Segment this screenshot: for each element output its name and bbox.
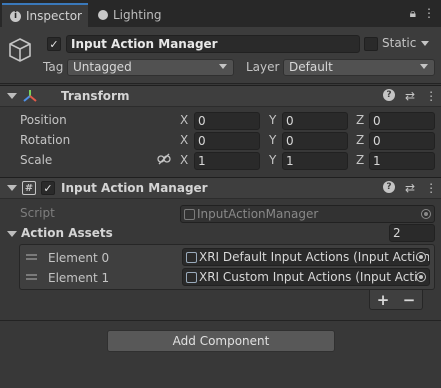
- script-label: Script: [20, 206, 55, 220]
- position-x-label[interactable]: X: [180, 113, 188, 127]
- kebab-menu-icon[interactable]: ⋮: [425, 89, 437, 103]
- element-0-value: XRI Default Input Actions (Input Action: [199, 250, 430, 264]
- scale-y-label[interactable]: Y: [269, 153, 276, 167]
- gameobject-cube-icon: [9, 38, 31, 62]
- rotation-z-label[interactable]: Z: [356, 133, 364, 147]
- lighting-icon: [98, 10, 108, 20]
- element-1-field[interactable]: XRI Custom Input Actions (Input Actio: [182, 268, 430, 286]
- drag-handle-icon[interactable]: [26, 254, 37, 260]
- presets-icon[interactable]: ⇄: [405, 181, 415, 195]
- divider: [0, 320, 441, 321]
- element-1-label: Element 1: [48, 271, 110, 285]
- position-y-label[interactable]: Y: [269, 113, 276, 127]
- position-x-field[interactable]: 0: [194, 112, 260, 130]
- position-z-label[interactable]: Z: [356, 113, 364, 127]
- layer-label: Layer: [246, 60, 280, 74]
- rotation-y-label[interactable]: Y: [269, 133, 276, 147]
- component-enabled-checkbox[interactable]: ✓: [41, 181, 55, 195]
- tab-bar-actions: 🔒︎ ⋮: [410, 6, 435, 21]
- info-icon: i: [10, 10, 21, 22]
- position-label: Position: [20, 113, 67, 127]
- component-header-actions: ? ⇄ ⋮: [383, 181, 437, 195]
- rotation-x-label[interactable]: X: [180, 133, 188, 147]
- component-foldout-icon[interactable]: [7, 185, 17, 191]
- action-assets-foldout-icon[interactable]: [7, 231, 17, 237]
- chevron-down-icon: [420, 64, 428, 69]
- tab-lighting-label: Lighting: [113, 8, 162, 22]
- lock-icon[interactable]: 🔒︎: [410, 6, 416, 21]
- add-component-button[interactable]: Add Component: [107, 330, 335, 352]
- tag-value: Untagged: [73, 60, 132, 74]
- object-picker-icon: [421, 209, 431, 219]
- scale-z-label[interactable]: Z: [356, 153, 364, 167]
- rotation-x-field[interactable]: 0: [194, 132, 260, 150]
- help-icon[interactable]: ?: [383, 181, 395, 193]
- rotation-z-field[interactable]: 0: [369, 132, 435, 150]
- element-0-field[interactable]: XRI Default Input Actions (Input Action: [182, 248, 430, 266]
- element-0-label: Element 0: [48, 251, 110, 265]
- tag-label: Tag: [43, 60, 64, 74]
- script-file-icon: [184, 209, 195, 220]
- scale-x-label[interactable]: X: [180, 153, 188, 167]
- script-icon: #: [22, 181, 36, 195]
- element-1-value: XRI Custom Input Actions (Input Actio: [199, 270, 425, 284]
- tab-lighting[interactable]: Lighting: [90, 3, 170, 27]
- position-y-field[interactable]: 0: [282, 112, 348, 130]
- layer-dropdown[interactable]: Default: [283, 59, 435, 76]
- kebab-menu-icon[interactable]: ⋮: [423, 6, 435, 21]
- transform-foldout-icon[interactable]: [7, 93, 17, 99]
- action-assets-label[interactable]: Action Assets: [21, 226, 113, 240]
- add-element-button[interactable]: +: [377, 291, 390, 309]
- remove-element-button[interactable]: −: [403, 291, 416, 309]
- transform-title: Transform: [61, 89, 130, 103]
- static-checkbox[interactable]: [364, 37, 378, 51]
- object-picker-icon[interactable]: [416, 252, 426, 262]
- transform-icon: [23, 90, 37, 102]
- tag-dropdown[interactable]: Untagged: [67, 59, 234, 76]
- scale-label: Scale: [20, 153, 53, 167]
- constrain-proportions-icon[interactable]: [157, 153, 171, 165]
- help-icon[interactable]: ?: [383, 89, 395, 101]
- layer-value: Default: [289, 60, 333, 74]
- position-z-field[interactable]: 0: [369, 112, 435, 130]
- scale-z-field[interactable]: 1: [369, 152, 435, 170]
- script-field: InputActionManager: [180, 205, 435, 223]
- static-label: Static: [382, 36, 417, 50]
- script-value: InputActionManager: [197, 207, 319, 221]
- rotation-y-field[interactable]: 0: [282, 132, 348, 150]
- tab-inspector[interactable]: i Inspector: [2, 3, 88, 27]
- object-picker-icon[interactable]: [416, 272, 426, 282]
- input-action-asset-icon: [186, 272, 197, 283]
- list-add-remove: + −: [369, 290, 423, 310]
- active-checkbox[interactable]: ✓: [47, 37, 61, 51]
- component-title: Input Action Manager: [61, 181, 208, 195]
- scale-x-field[interactable]: 1: [194, 152, 260, 170]
- kebab-menu-icon[interactable]: ⋮: [425, 181, 437, 195]
- presets-icon[interactable]: ⇄: [405, 89, 415, 103]
- object-name-field[interactable]: Input Action Manager: [66, 35, 360, 53]
- scale-y-field[interactable]: 1: [282, 152, 348, 170]
- tab-inspector-label: Inspector: [26, 9, 82, 23]
- rotation-label: Rotation: [20, 133, 71, 147]
- transform-header-actions: ? ⇄ ⋮: [383, 89, 437, 103]
- chevron-down-icon: [219, 64, 227, 69]
- input-action-asset-icon: [186, 252, 197, 263]
- action-assets-size-field[interactable]: 2: [389, 224, 435, 242]
- drag-handle-icon[interactable]: [26, 274, 37, 280]
